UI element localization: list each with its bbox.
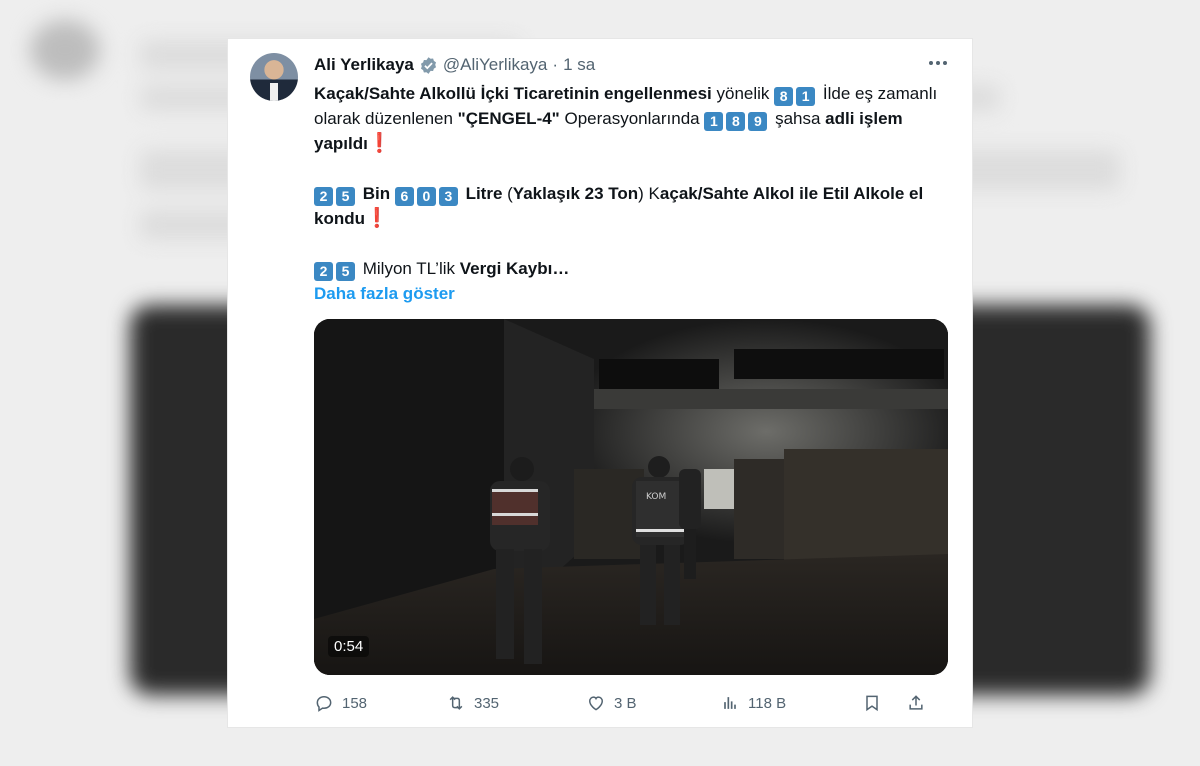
video-duration: 0:54	[328, 636, 370, 657]
separator-dot: ·	[552, 55, 559, 74]
bold-text: Kaçak/Sahte Alkollü İçki Ticaretinin eng…	[314, 84, 712, 103]
video-frame: KOM	[314, 319, 948, 675]
more-icon[interactable]	[926, 51, 950, 75]
text: şahsa	[770, 109, 826, 128]
author-handle[interactable]: @AliYerlikaya	[443, 55, 548, 75]
bold-text: Yaklaşık 23 Ton	[512, 184, 639, 203]
reply-count: 158	[342, 694, 368, 712]
exclamation-emoji: ❗	[367, 133, 392, 154]
keycap-digit: 6	[394, 187, 414, 206]
keycap-digit: 2	[314, 262, 333, 281]
retweet-button[interactable]: 335	[446, 693, 499, 713]
tweet-paragraph-1: Kaçak/Sahte Alkollü İçki Ticaretinin eng…	[314, 81, 954, 156]
keycap-digit: 1	[796, 87, 816, 106]
text: Milyon TL’lik	[358, 259, 460, 278]
tweet-card: Ali Yerlikaya @AliYerlikaya · 1 sa Kaçak…	[227, 38, 973, 728]
tweet-paragraph-3: 25 Milyon TL’lik Vergi Kaybı…	[314, 256, 954, 281]
share-button[interactable]	[906, 693, 926, 713]
views-count: 118 B	[748, 694, 787, 712]
action-bar: 158 335 3 B 118 B	[314, 693, 954, 717]
tweet-text: Kaçak/Sahte Alkollü İçki Ticaretinin eng…	[314, 81, 954, 306]
bookmark-icon	[866, 695, 878, 712]
keycap-digit: 9	[748, 112, 768, 131]
like-count: 3 B	[614, 694, 637, 712]
text: Operasyonlarında	[559, 109, 705, 128]
bold-text: Bin	[358, 184, 395, 203]
keycap-digit: 2	[314, 187, 333, 206]
reply-button[interactable]: 158	[314, 693, 367, 713]
exclamation-emoji: ❗	[365, 208, 389, 229]
text: (	[502, 184, 513, 203]
keycap-digit: 1	[704, 112, 724, 131]
bookmark-button[interactable]	[862, 693, 882, 713]
tweet-paragraph-2: 25 Bin 603 Litre (Yaklaşık 23 Ton) Kaçak…	[314, 181, 954, 231]
author-name[interactable]: Ali Yerlikaya	[314, 55, 414, 75]
reply-icon	[316, 695, 332, 712]
views-button[interactable]: 118 B	[720, 693, 786, 713]
tweet-header: Ali Yerlikaya @AliYerlikaya · 1 sa	[314, 55, 595, 75]
video-player[interactable]: KOM 0:54	[314, 319, 948, 675]
text: ) K	[638, 184, 660, 203]
timestamp[interactable]: 1 sa	[563, 55, 595, 75]
keycap-digit: 8	[726, 112, 746, 131]
keycap-digit: 0	[416, 187, 436, 206]
bold-text: "ÇENGEL-4"	[457, 109, 560, 128]
share-icon	[909, 695, 923, 710]
like-button[interactable]: 3 B	[586, 693, 637, 713]
keycap-digit: 5	[336, 187, 355, 206]
text: yönelik	[711, 84, 775, 103]
verified-badge-icon	[420, 56, 436, 74]
bold-text: Litre	[460, 184, 503, 203]
avatar[interactable]	[250, 53, 298, 101]
bold-text: Vergi Kaybı…	[459, 259, 570, 278]
views-icon	[724, 697, 736, 709]
keycap-digit: 3	[438, 187, 458, 206]
retweet-icon	[449, 696, 463, 710]
vest-text: KOM	[646, 492, 666, 502]
show-more-link[interactable]: Daha fazla göster	[314, 281, 954, 306]
like-icon	[588, 696, 604, 711]
keycap-digit: 5	[336, 262, 355, 281]
retweet-count: 335	[474, 694, 500, 712]
blurred-avatar	[30, 20, 100, 80]
keycap-digit: 8	[774, 87, 794, 106]
